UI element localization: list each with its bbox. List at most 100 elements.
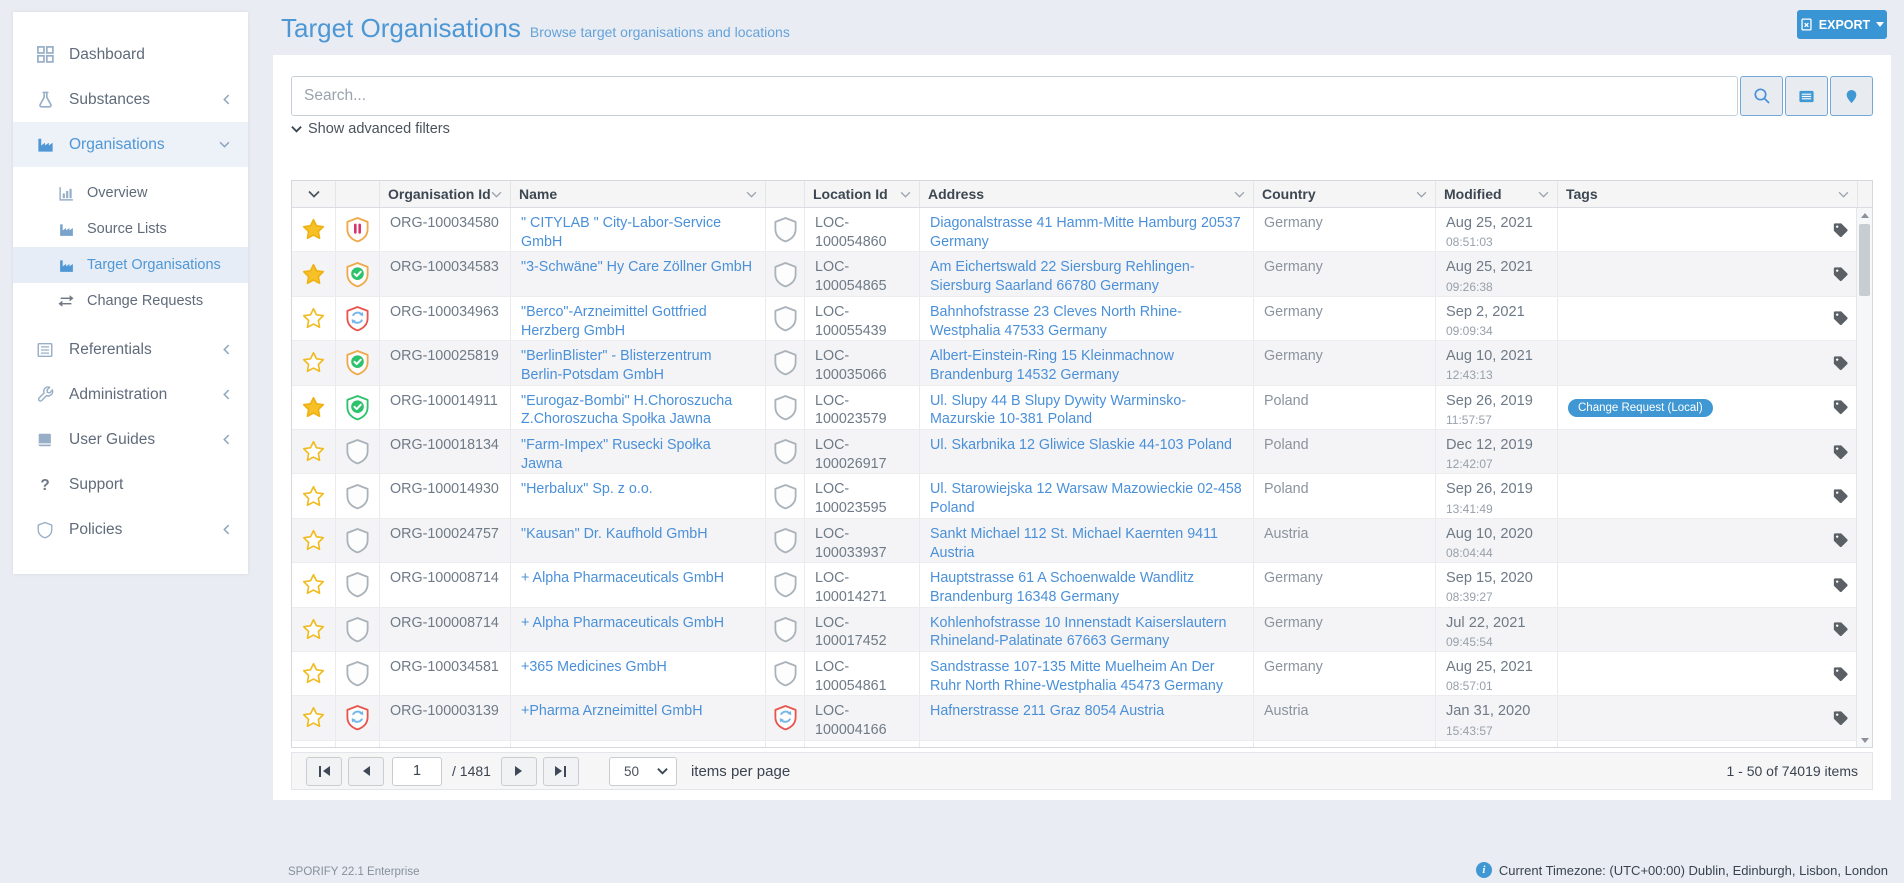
page-size-select[interactable]: 50 (609, 757, 677, 786)
first-page-button[interactable] (306, 757, 342, 786)
column-header-modified[interactable]: Modified (1436, 181, 1558, 207)
favorite-star-icon[interactable] (302, 396, 325, 419)
address-link[interactable]: Kohlenhofstrasse 10 Innenstadt Kaisersla… (930, 615, 1226, 650)
organisation-name-link[interactable]: +365 Medicines GmbH (521, 659, 667, 675)
tag-icon[interactable] (1832, 399, 1849, 416)
organisation-name-link[interactable]: "BerlinBlister" - Blisterzentrum Berlin-… (521, 348, 712, 383)
table-row[interactable]: ORG-100034963 "Berco"-Arzneimittel Gottf… (292, 297, 1872, 341)
favorite-star-icon[interactable] (302, 485, 325, 508)
address-link[interactable]: Hauptstrasse 61 A Schoenwalde Wandlitz B… (930, 570, 1194, 605)
favorite-star-icon[interactable] (302, 218, 325, 241)
tag-icon[interactable] (1832, 665, 1849, 682)
tag-icon[interactable] (1832, 532, 1849, 549)
favorite-star-icon[interactable] (302, 351, 325, 374)
scrollbar-down-arrow[interactable] (1857, 733, 1872, 747)
previous-page-button[interactable] (348, 757, 384, 786)
organisation-name-link[interactable]: "Berco"-Arzneimittel Gottfried Herzberg … (521, 304, 707, 339)
sidebar-item-change-requests[interactable]: Change Requests (13, 283, 248, 319)
map-view-button[interactable] (1830, 76, 1873, 116)
favorite-star-icon[interactable] (302, 263, 325, 286)
favorite-star-icon[interactable] (302, 529, 325, 552)
sidebar-item-administration[interactable]: Administration (13, 372, 248, 417)
organisation-name-link[interactable]: "Herbalux" Sp. z o.o. (521, 481, 653, 497)
advanced-filters-toggle[interactable]: Show advanced filters (291, 121, 450, 137)
column-header-select[interactable] (292, 181, 336, 207)
organisation-name-link[interactable]: "Farm-Impex" Rusecki Społka Jawna (521, 437, 711, 472)
column-header-location-id[interactable]: Location Id (805, 181, 920, 207)
table-row[interactable]: ORG-100025819 "BerlinBlister" - Blisterz… (292, 341, 1872, 385)
favorite-star-icon[interactable] (302, 706, 325, 729)
tag-icon[interactable] (1832, 488, 1849, 505)
organisation-name-link[interactable]: + Alpha Pharmaceuticals GmbH (521, 570, 724, 586)
address-link[interactable]: Am Eichertswald 22 Siersburg Rehlingen-S… (930, 259, 1195, 294)
table-row[interactable] (292, 741, 1872, 748)
column-header-name[interactable]: Name (511, 181, 766, 207)
table-row[interactable]: ORG-100008714 + Alpha Pharmaceuticals Gm… (292, 563, 1872, 607)
next-page-button[interactable] (501, 757, 537, 786)
sidebar-item-support[interactable]: ? Support (13, 462, 248, 507)
address-link[interactable]: Ul. Starowiejska 12 Warsaw Mazowieckie 0… (930, 481, 1242, 516)
column-header-address[interactable]: Address (920, 181, 1254, 207)
scrollbar-thumb[interactable] (1859, 224, 1870, 296)
table-row[interactable]: ORG-100034581 +365 Medicines GmbH LOC-10… (292, 652, 1872, 696)
organisation-name-link[interactable]: " CITYLAB " City-Labor-Service GmbH (521, 215, 721, 250)
table-view-icon (1798, 88, 1815, 105)
sidebar-item-source-lists[interactable]: Source Lists (13, 211, 248, 247)
column-header-country[interactable]: Country (1254, 181, 1436, 207)
sidebar-item-policies[interactable]: Policies (13, 507, 248, 552)
tag-icon[interactable] (1832, 709, 1849, 726)
tag-icon[interactable] (1832, 443, 1849, 460)
sidebar-item-referentials[interactable]: Referentials (13, 327, 248, 372)
tag-icon[interactable] (1832, 576, 1849, 593)
favorite-star-icon[interactable] (302, 662, 325, 685)
search-button[interactable] (1740, 76, 1783, 116)
favorite-star-icon[interactable] (302, 618, 325, 641)
favorite-star-icon[interactable] (302, 307, 325, 330)
table-row[interactable]: ORG-100003139 +Pharma Arzneimittel GmbH … (292, 696, 1872, 740)
table-view-button[interactable] (1785, 76, 1828, 116)
organisation-name-link[interactable]: +Pharma Arzneimittel GmbH (521, 703, 703, 719)
sidebar-item-overview[interactable]: Overview (13, 175, 248, 211)
search-input[interactable] (291, 76, 1738, 116)
location-id: LOC-100023595 (805, 474, 920, 517)
table-row[interactable]: ORG-100014911 "Eurogaz-Bombi" H.Choroszu… (292, 386, 1872, 430)
export-button[interactable]: EXPORT (1797, 10, 1887, 39)
column-header-organisation-id[interactable]: Organisation Id (380, 181, 511, 207)
address-link[interactable]: Sankt Michael 112 St. Michael Kaernten 9… (930, 526, 1218, 561)
table-row[interactable]: ORG-100018134 "Farm-Impex" Rusecki Społk… (292, 430, 1872, 474)
table-row[interactable]: ORG-100034583 "3-Schwäne" Hy Care Zöllne… (292, 252, 1872, 296)
favorite-star-icon[interactable] (302, 440, 325, 463)
sidebar-item-target-organisations[interactable]: Target Organisations (13, 247, 248, 283)
table-row[interactable]: ORG-100014930 "Herbalux" Sp. z o.o. LOC-… (292, 474, 1872, 518)
vertical-scrollbar[interactable] (1856, 208, 1872, 747)
page-number-input[interactable] (392, 757, 442, 786)
sidebar-item-organisations[interactable]: Organisations (13, 122, 248, 167)
column-header-tags[interactable]: Tags (1558, 181, 1858, 207)
organisation-name-link[interactable]: "Eurogaz-Bombi" H.Choroszucha Z.Choroszu… (521, 393, 732, 428)
scrollbar-up-arrow[interactable] (1857, 208, 1872, 222)
table-row[interactable]: ORG-100024757 "Kausan" Dr. Kaufhold GmbH… (292, 519, 1872, 563)
tag-icon[interactable] (1832, 266, 1849, 283)
address-link[interactable]: Diagonalstrasse 41 Hamm-Mitte Hamburg 20… (930, 215, 1241, 250)
address-link[interactable]: Sandstrasse 107-135 Mitte Muelheim An De… (930, 659, 1223, 694)
address-link[interactable]: Ul. Skarbnika 12 Gliwice Slaskie 44-103 … (930, 437, 1232, 453)
organisation-name-link[interactable]: + Alpha Pharmaceuticals GmbH (521, 615, 724, 631)
sidebar-item-dashboard[interactable]: Dashboard (13, 32, 248, 77)
table-row[interactable]: ORG-100034580 " CITYLAB " City-Labor-Ser… (292, 208, 1872, 252)
last-page-button[interactable] (543, 757, 579, 786)
favorite-star-icon[interactable] (302, 573, 325, 596)
tag-icon[interactable] (1832, 354, 1849, 371)
address-link[interactable]: Hafnerstrasse 211 Graz 8054 Austria (930, 703, 1164, 719)
address-link[interactable]: Ul. Slupy 44 B Slupy Dywity Warminsko-Ma… (930, 393, 1186, 428)
address-link[interactable]: Bahnhofstrasse 23 Cleves North Rhine-Wes… (930, 304, 1182, 339)
tag-icon[interactable] (1832, 310, 1849, 327)
svg-text:?: ? (40, 476, 49, 493)
tag-icon[interactable] (1832, 621, 1849, 638)
sidebar-item-substances[interactable]: Substances (13, 77, 248, 122)
organisation-name-link[interactable]: "3-Schwäne" Hy Care Zöllner GmbH (521, 259, 752, 275)
tag-icon[interactable] (1832, 221, 1849, 238)
sidebar-item-user-guides[interactable]: User Guides (13, 417, 248, 462)
address-link[interactable]: Albert-Einstein-Ring 15 Kleinmachnow Bra… (930, 348, 1174, 383)
table-row[interactable]: ORG-100008714 + Alpha Pharmaceuticals Gm… (292, 608, 1872, 652)
organisation-name-link[interactable]: "Kausan" Dr. Kaufhold GmbH (521, 526, 708, 542)
